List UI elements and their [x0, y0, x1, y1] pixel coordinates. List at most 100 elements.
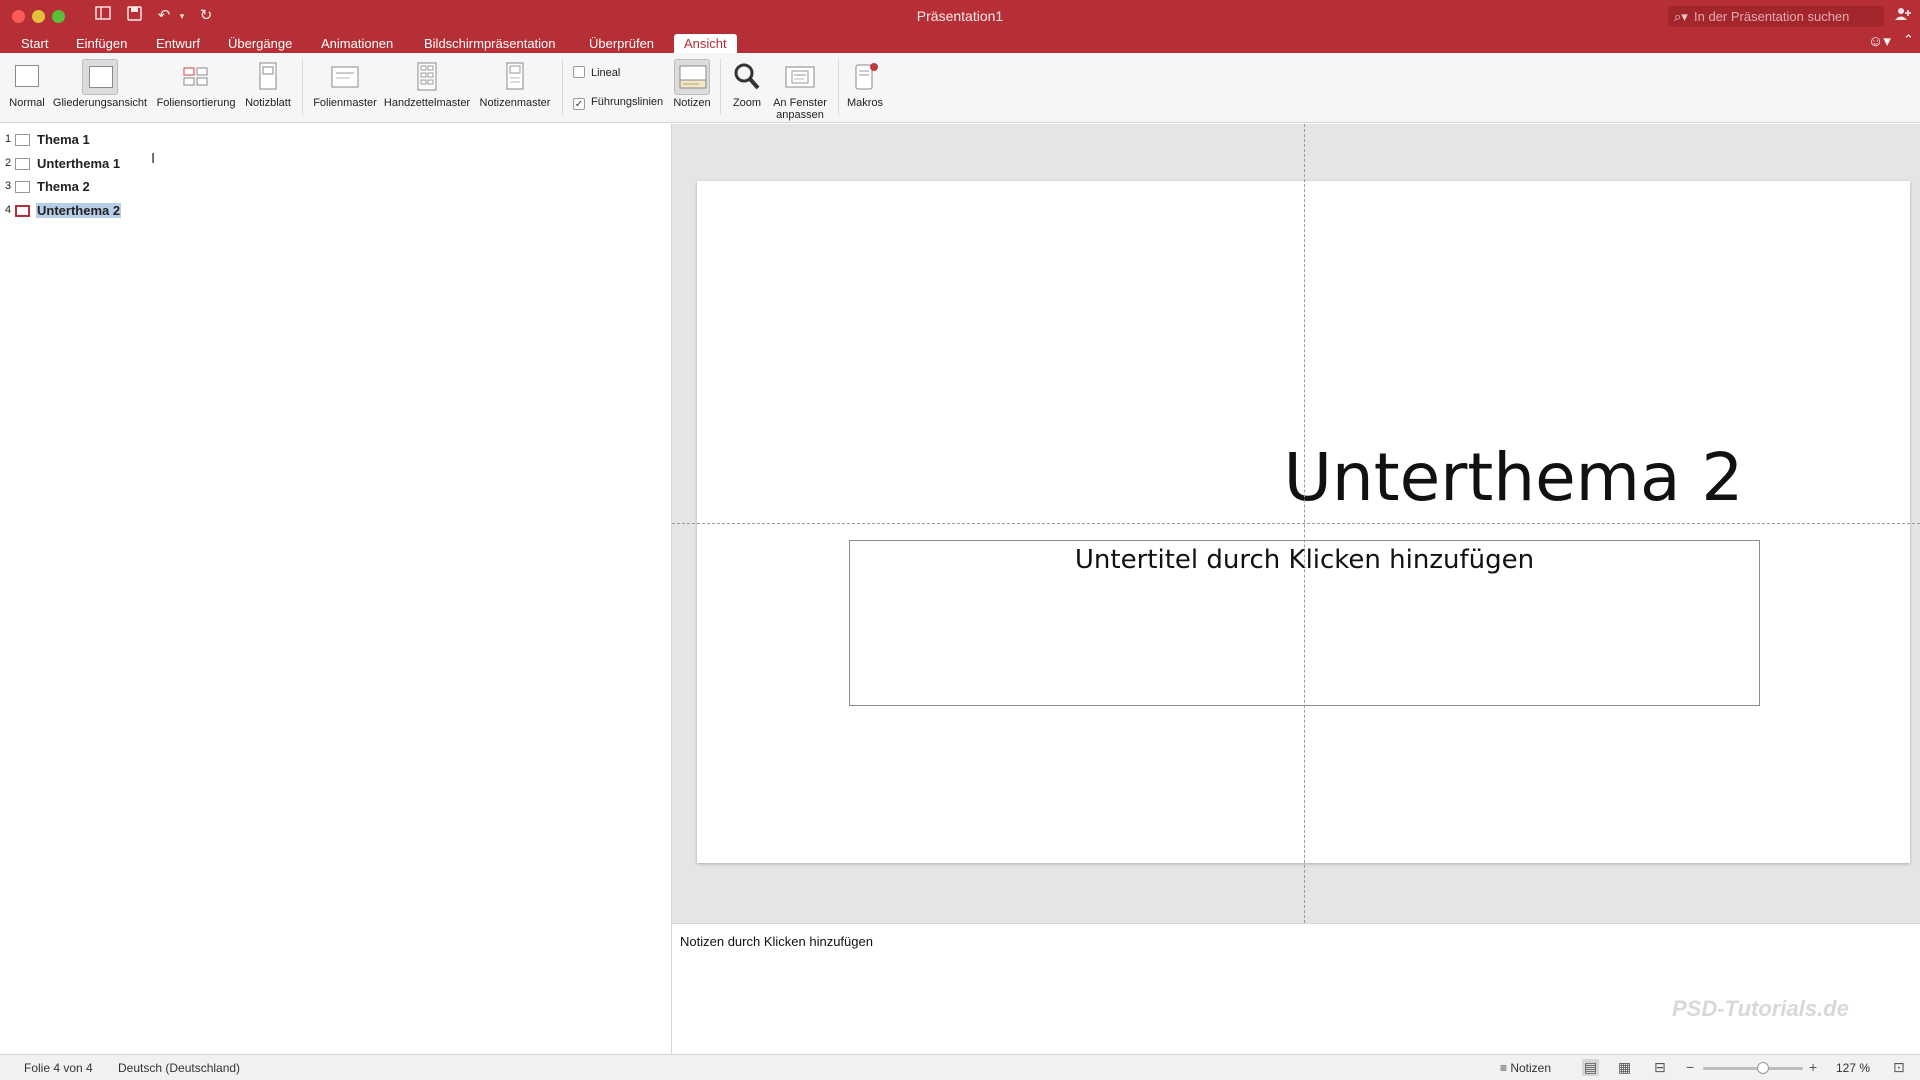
outline-item-3[interactable]: 3 Thema 2 [0, 176, 200, 198]
ribbon-separator [720, 59, 721, 115]
slide-editor[interactable]: Unterthema 2 Untertitel durch Klicken hi… [672, 124, 1920, 923]
outline-item-number: 3 [5, 180, 12, 192]
search-icon: ⌕▾ [1674, 9, 1688, 24]
presentation-status-icon[interactable]: ⊟ [1654, 1059, 1666, 1076]
outline-item-text[interactable]: Thema 1 [36, 132, 91, 147]
ribbon-tabs: Start Einfügen Entwurf Übergänge Animati… [0, 32, 1920, 53]
tab-einfuegen[interactable]: Einfügen [66, 34, 137, 53]
zoom-out-icon[interactable]: − [1686, 1059, 1694, 1075]
language-indicator[interactable]: Deutsch (Deutschland) [118, 1061, 240, 1075]
tab-ueberpruefen[interactable]: Überprüfen [579, 34, 664, 53]
horizontal-guide[interactable] [672, 523, 1920, 524]
zoom-level[interactable]: 127 % [1836, 1061, 1870, 1075]
slide-master-icon [327, 59, 363, 95]
notes-pane[interactable]: Notizen durch Klicken hinzufügen PSD-Tut… [672, 923, 1920, 1054]
handout-master-button[interactable]: Handzettelmaster [381, 59, 473, 109]
notes-placeholder[interactable]: Notizen durch Klicken hinzufügen [680, 934, 873, 949]
slide-icon [15, 158, 30, 170]
magnifier-icon [729, 59, 765, 95]
outline-item-text[interactable]: Unterthema 1 [36, 156, 121, 171]
notes-status-label: Notizen [1510, 1061, 1552, 1075]
outline-item-text[interactable]: Thema 2 [36, 179, 91, 194]
outline-item-4[interactable]: 4 Unterthema 2 [0, 200, 200, 222]
slide-icon [15, 181, 30, 193]
outline-view-icon [82, 59, 118, 95]
outline-item-number: 1 [5, 133, 12, 145]
notes-page-label: Notizblatt [245, 97, 291, 109]
slide-icon [15, 134, 30, 146]
handout-master-label: Handzettelmaster [383, 97, 471, 109]
guides-checkbox[interactable]: ✓ Führungslinien [573, 94, 663, 110]
zoom-slider-thumb[interactable] [1757, 1062, 1769, 1074]
undo-icon[interactable]: ↶ [154, 6, 174, 26]
handout-master-icon [409, 59, 445, 95]
normal-view-status-icon[interactable]: ▤ [1582, 1059, 1600, 1076]
window-maximize-button[interactable] [52, 10, 65, 23]
ruler-checkbox[interactable]: Lineal [573, 65, 620, 81]
slide-sorter-label: Foliensortierung [156, 97, 236, 109]
slide-master-button[interactable]: Folienmaster [310, 59, 380, 109]
tab-uebergaenge[interactable]: Übergänge [218, 34, 302, 53]
slide-sorter-status-icon[interactable]: ▦ [1618, 1059, 1631, 1076]
outline-view-button[interactable]: Gliederungsansicht [52, 59, 148, 109]
notes-page-button[interactable]: Notizblatt [242, 59, 294, 109]
macro-scroll-icon [847, 59, 883, 95]
notes-icon [674, 59, 710, 95]
sidebar-toggle-icon[interactable] [93, 6, 113, 26]
notes-status-button[interactable]: ≡ Notizen [1500, 1061, 1551, 1075]
fit-window-label-line1: An Fenster [773, 97, 827, 109]
ribbon: Normal Gliederungsansicht Foliensortieru… [0, 53, 1920, 123]
notes-master-button[interactable]: Notizenmaster [475, 59, 555, 109]
ribbon-separator [302, 59, 303, 115]
tab-bildschirmpraesentation[interactable]: Bildschirmpräsentation [414, 34, 566, 53]
search-input[interactable]: ⌕▾ In der Präsentation suchen [1668, 6, 1884, 27]
fit-window-label-line2: anpassen [776, 109, 824, 121]
fit-window-icon [782, 59, 818, 95]
status-bar: Folie 4 von 4 Deutsch (Deutschland) ≡ No… [0, 1054, 1920, 1080]
window-close-button[interactable] [12, 10, 25, 23]
fit-window-button[interactable]: An Fenster anpassen [770, 59, 830, 121]
watermark-logo: PSD-Tutorials.de [1672, 996, 1849, 1021]
guides-label: Führungslinien [591, 96, 664, 108]
zoom-button[interactable]: Zoom [727, 59, 767, 109]
tab-entwurf[interactable]: Entwurf [146, 34, 210, 53]
outline-item-2[interactable]: 2 Unterthema 1 [0, 153, 200, 175]
slide-sorter-button[interactable]: Foliensortierung [155, 59, 237, 109]
tab-ansicht[interactable]: Ansicht [674, 34, 737, 53]
window-minimize-button[interactable] [32, 10, 45, 23]
zoom-label: Zoom [732, 97, 762, 109]
zoom-slider[interactable] [1703, 1062, 1803, 1074]
normal-view-button[interactable]: Normal [5, 59, 49, 109]
fit-to-window-icon[interactable]: ⊡ [1893, 1059, 1905, 1076]
smiley-icon[interactable]: ☺▾ [1868, 32, 1891, 50]
notes-lines-icon: ≡ [1500, 1061, 1511, 1075]
outline-view-label: Gliederungsansicht [52, 97, 148, 109]
ribbon-separator [562, 59, 563, 115]
title-bar: ↶ ▾ ↻ Präsentation1 ⌕▾ In der Präsentati… [0, 0, 1920, 32]
notes-label: Notizen [673, 97, 711, 109]
search-placeholder: In der Präsentation suchen [1694, 9, 1850, 24]
zoom-in-icon[interactable]: + [1809, 1059, 1817, 1075]
undo-dropdown-icon[interactable]: ▾ [172, 6, 192, 26]
tab-start[interactable]: Start [11, 34, 58, 53]
notes-page-icon [250, 59, 286, 95]
ribbon-separator [838, 59, 839, 115]
outline-pane[interactable]: 1 Thema 1 2 Unterthema 1 3 Thema 2 4 Unt… [0, 124, 671, 1054]
ruler-checkbox-box [573, 66, 585, 78]
notes-master-icon [497, 59, 533, 95]
redo-icon[interactable]: ↻ [196, 6, 216, 26]
macros-button[interactable]: Makros [845, 59, 885, 109]
outline-item-1[interactable]: 1 Thema 1 [0, 129, 200, 151]
notes-toggle-button[interactable]: Notizen [670, 59, 714, 109]
add-person-icon[interactable] [1895, 7, 1911, 25]
slide-icon [15, 205, 30, 217]
tab-animationen[interactable]: Animationen [311, 34, 403, 53]
save-icon[interactable] [124, 6, 144, 26]
outline-item-text[interactable]: Unterthema 2 [36, 203, 122, 218]
slide-counter: Folie 4 von 4 [24, 1061, 93, 1075]
notes-master-label: Notizenmaster [479, 97, 551, 109]
chevron-up-icon[interactable]: ⌃ [1903, 32, 1914, 48]
window-title: Präsentation1 [916, 8, 1004, 24]
ruler-label: Lineal [591, 67, 621, 79]
normal-view-icon [9, 59, 45, 95]
